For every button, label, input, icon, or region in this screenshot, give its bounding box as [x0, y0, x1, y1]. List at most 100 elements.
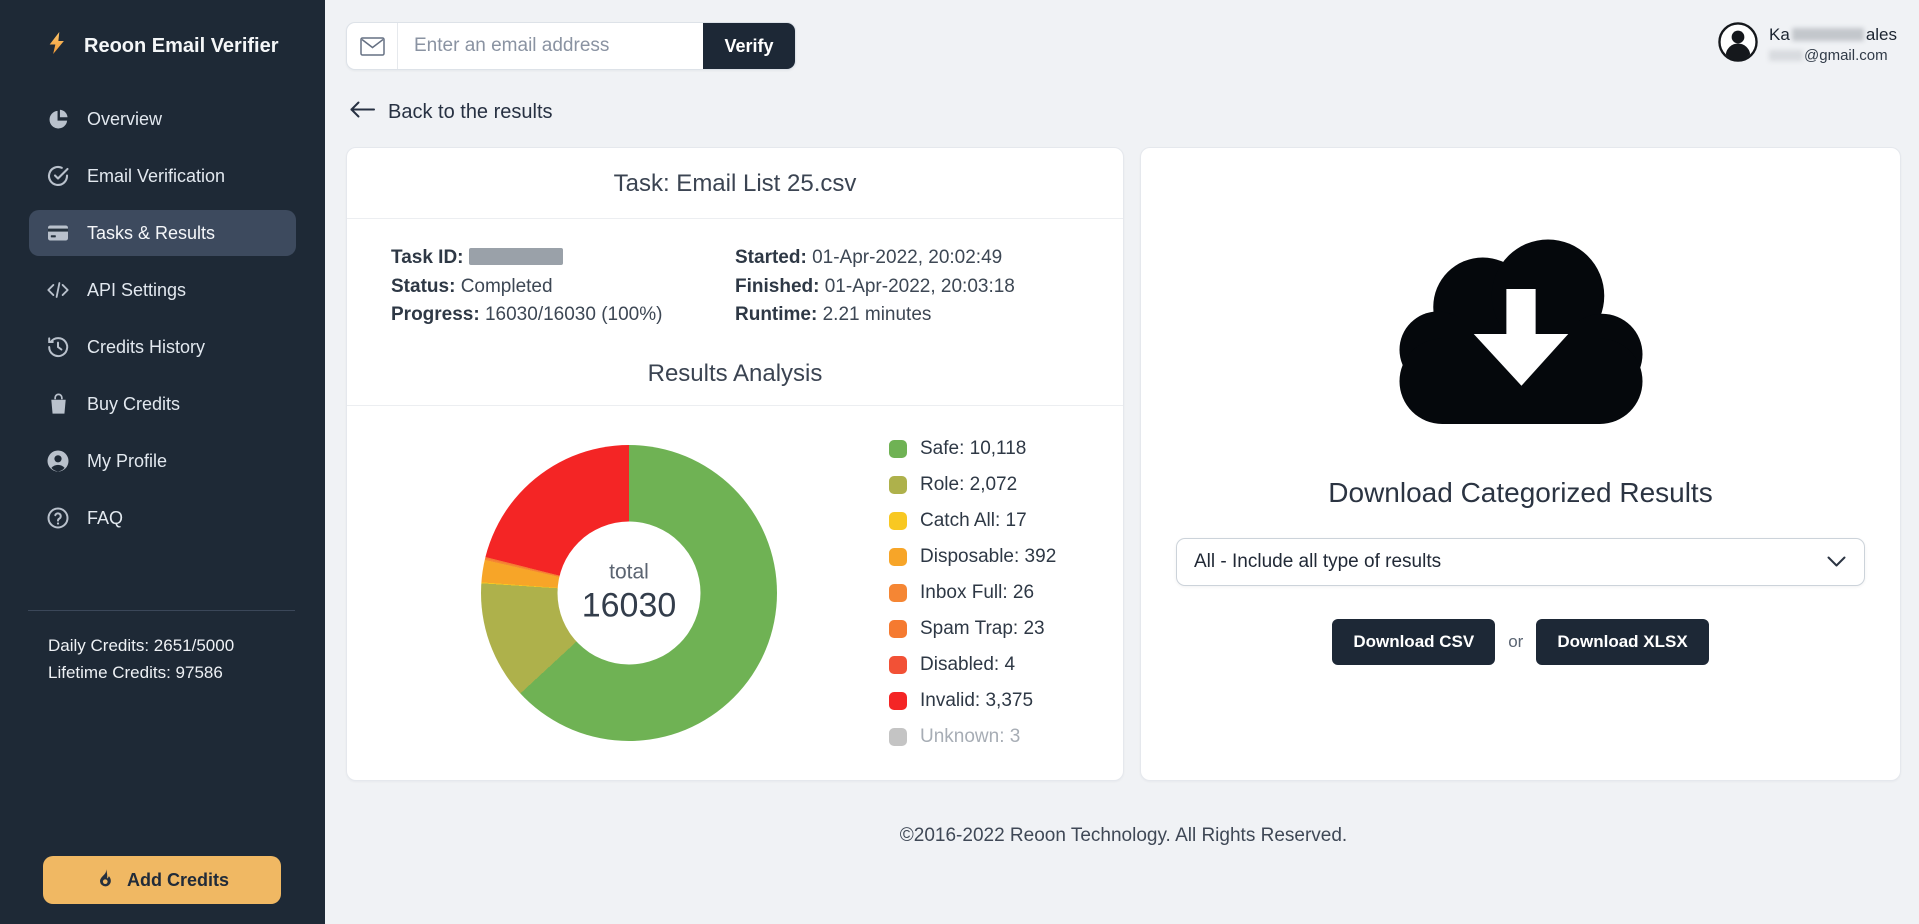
runtime-row: Runtime: 2.21 minutes: [735, 301, 1079, 330]
sidebar-item-label: Email Verification: [87, 166, 225, 187]
cloud-download-icon: [1386, 226, 1656, 447]
footer-copyright: ©2016-2022 Reoon Technology. All Rights …: [346, 825, 1901, 847]
status-label: Status:: [391, 276, 455, 297]
task-id-row: Task ID:: [391, 244, 735, 273]
user-name-prefix: Ka: [1769, 25, 1790, 44]
legend-swatch: [889, 692, 907, 710]
credits-summary: Daily Credits: 2651/5000 Lifetime Credit…: [0, 611, 325, 686]
add-credits-button[interactable]: Add Credits: [43, 856, 281, 904]
legend-item-spam-trap[interactable]: Spam Trap: 23: [889, 618, 1056, 641]
legend-swatch: [889, 548, 907, 566]
finished-label: Finished:: [735, 276, 819, 297]
sidebar-item-buy-credits[interactable]: Buy Credits: [29, 381, 296, 427]
sidebar-item-label: Credits History: [87, 337, 205, 358]
legend-label: Catch All: 17: [920, 510, 1027, 532]
sidebar-item-label: API Settings: [87, 280, 186, 301]
main-content: Verify Ka ales @gmail.com: [325, 0, 1919, 924]
legend-label: Inbox Full: 26: [920, 582, 1034, 604]
sidebar-item-email-verification[interactable]: Email Verification: [29, 153, 296, 199]
topbar: Verify Ka ales @gmail.com: [346, 0, 1901, 70]
flame-icon: [95, 868, 115, 893]
progress-row: Progress: 16030/16030 (100%): [391, 301, 735, 330]
task-details-left: Task ID: Status: Completed Progress: 160…: [391, 244, 735, 330]
sidebar-item-faq[interactable]: FAQ: [29, 495, 296, 541]
donut-total-label: total: [609, 560, 649, 584]
add-credits-label: Add Credits: [127, 870, 229, 891]
legend-item-safe[interactable]: Safe: 10,118: [889, 438, 1056, 461]
legend-swatch: [889, 656, 907, 674]
download-xlsx-button[interactable]: Download XLSX: [1536, 619, 1708, 665]
or-label: or: [1508, 632, 1523, 652]
legend-item-role[interactable]: Role: 2,072: [889, 474, 1056, 497]
email-input[interactable]: [398, 23, 703, 69]
progress-value: 16030/16030 (100%): [485, 304, 662, 325]
user-email: @gmail.com: [1769, 47, 1897, 64]
sidebar-item-tasks-results[interactable]: Tasks & Results: [29, 210, 296, 256]
finished-row: Finished: 01-Apr-2022, 20:03:18: [735, 273, 1079, 302]
user-icon: [46, 449, 70, 473]
download-csv-button[interactable]: Download CSV: [1332, 619, 1495, 665]
verify-button[interactable]: Verify: [703, 23, 795, 69]
donut-total-value: 16030: [582, 586, 677, 625]
app-root: Reoon Email Verifier Overview Email Verif…: [0, 0, 1919, 924]
results-analysis-title: Results Analysis: [347, 330, 1123, 406]
legend-item-unknown[interactable]: Unknown: 3: [889, 726, 1056, 749]
lightning-bolt-icon: [46, 30, 68, 62]
user-name-suffix: ales: [1866, 25, 1897, 44]
lifetime-credits: Lifetime Credits: 97586: [48, 659, 325, 686]
code-icon: [46, 278, 70, 302]
email-verify-group: Verify: [346, 22, 796, 70]
sidebar-item-my-profile[interactable]: My Profile: [29, 438, 296, 484]
download-card: Download Categorized Results All - Inclu…: [1140, 147, 1901, 781]
avatar: [1718, 22, 1758, 67]
sidebar-item-label: Buy Credits: [87, 394, 180, 415]
legend-swatch: [889, 440, 907, 458]
task-card: Task: Email List 25.csv Task ID: Status:…: [346, 147, 1124, 781]
sidebar: Reoon Email Verifier Overview Email Verif…: [0, 0, 325, 924]
user-menu[interactable]: Ka ales @gmail.com: [1718, 22, 1897, 67]
status-value: Completed: [461, 276, 553, 297]
result-type-select[interactable]: All - Include all type of results: [1176, 538, 1865, 586]
shopping-bag-icon: [46, 392, 70, 416]
started-value: 01-Apr-2022, 20:02:49: [812, 247, 1002, 268]
results-chart: total 16030 Safe: 10,118 Role: 2,072 Catch…: [347, 406, 1123, 762]
content-row: Task: Email List 25.csv Task ID: Status:…: [346, 147, 1901, 781]
sidebar-item-label: My Profile: [87, 451, 167, 472]
app-logo[interactable]: Reoon Email Verifier: [0, 0, 325, 62]
legend-item-invalid[interactable]: Invalid: 3,375: [889, 690, 1056, 713]
redacted-email: [1769, 50, 1803, 61]
donut-chart: total 16030: [481, 445, 777, 741]
back-link-label: Back to the results: [388, 101, 553, 124]
back-arrow-icon: [350, 101, 375, 124]
user-name: Ka ales: [1769, 25, 1897, 45]
legend-label: Role: 2,072: [920, 474, 1017, 496]
status-row: Status: Completed: [391, 273, 735, 302]
redacted-name: [1792, 28, 1864, 41]
envelope-icon: [347, 23, 398, 69]
runtime-label: Runtime:: [735, 304, 817, 325]
app-title: Reoon Email Verifier: [84, 35, 279, 58]
user-email-suffix: @gmail.com: [1804, 47, 1888, 64]
sidebar-item-overview[interactable]: Overview: [29, 96, 296, 142]
started-label: Started:: [735, 247, 807, 268]
legend-label: Unknown: 3: [920, 726, 1020, 748]
legend-item-inbox-full[interactable]: Inbox Full: 26: [889, 582, 1056, 605]
legend-label: Invalid: 3,375: [920, 690, 1033, 712]
sidebar-item-api-settings[interactable]: API Settings: [29, 267, 296, 313]
sidebar-item-label: Overview: [87, 109, 162, 130]
sidebar-nav: Overview Email Verification Tasks & Result…: [0, 96, 325, 552]
legend-item-disposable[interactable]: Disposable: 392: [889, 546, 1056, 569]
started-row: Started: 01-Apr-2022, 20:02:49: [735, 244, 1079, 273]
legend-swatch: [889, 584, 907, 602]
legend-item-catch-all[interactable]: Catch All: 17: [889, 510, 1056, 533]
select-value: All - Include all type of results: [1194, 551, 1441, 573]
sidebar-item-credits-history[interactable]: Credits History: [29, 324, 296, 370]
task-details-right: Started: 01-Apr-2022, 20:02:49 Finished:…: [735, 244, 1079, 330]
legend-item-disabled[interactable]: Disabled: 4: [889, 654, 1056, 677]
chart-legend: Safe: 10,118 Role: 2,072 Catch All: 17 Disp…: [889, 438, 1056, 762]
pie-chart-icon: [46, 107, 70, 131]
back-link[interactable]: Back to the results: [346, 101, 553, 124]
donut-center: total 16030: [558, 521, 701, 664]
task-id-label: Task ID:: [391, 247, 464, 268]
check-circle-icon: [46, 164, 70, 188]
